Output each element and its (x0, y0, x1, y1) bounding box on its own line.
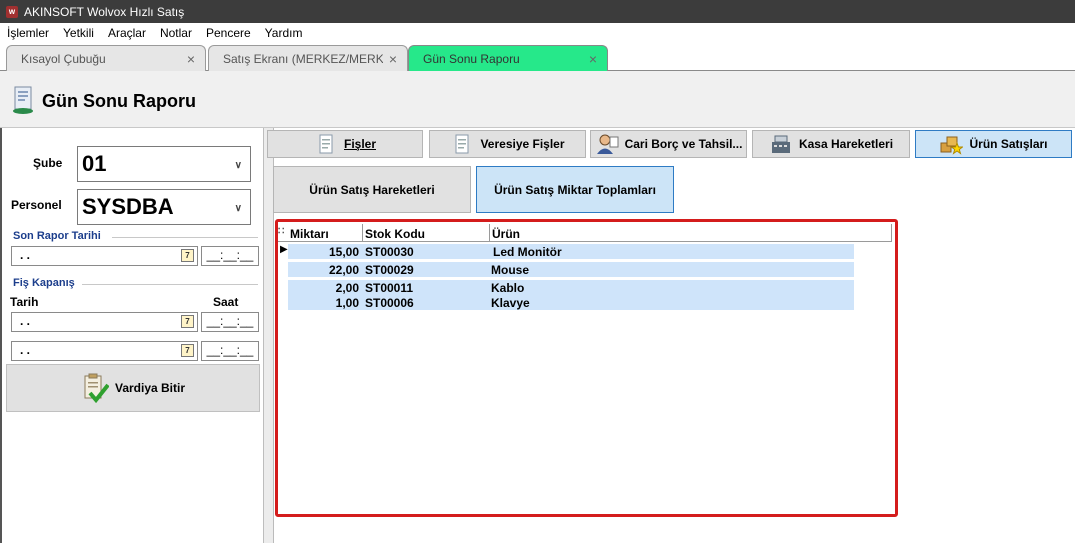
table-row[interactable]: 22,00 ST00029 Mouse (288, 262, 854, 277)
veresiye-fisler-button[interactable]: Veresiye Fişler (429, 130, 586, 158)
menu-pencere[interactable]: Pencere (199, 26, 258, 40)
menu-bar: İşlemler Yetkili Araçlar Notlar Pencere … (0, 23, 1075, 43)
sales-grid: ∷ Miktarı Stok Kodu Ürün ▶ 15,00 ST00030… (275, 219, 898, 517)
fisler-label: Fişler (343, 137, 376, 151)
column-separator[interactable] (891, 224, 892, 242)
column-separator[interactable] (489, 224, 490, 242)
urun-satis-hareketleri-label: Ürün Satış Hareketleri (309, 182, 435, 197)
column-separator[interactable] (362, 224, 363, 242)
cell-stok-kodu: ST00006 (365, 296, 414, 310)
cell-urun: Klavye (491, 296, 530, 310)
chevron-down-icon[interactable]: ∨ (235, 203, 242, 214)
close-icon[interactable]: × (187, 51, 195, 67)
column-header-urun[interactable]: Ürün (492, 227, 520, 241)
tab-bar: Kısayol Çubuğu × Satış Ekranı (MERKEZ/ME… (0, 43, 1075, 71)
fisler-button[interactable]: Fişler (267, 130, 423, 158)
urun-satis-hareketleri-button[interactable]: Ürün Satış Hareketleri (273, 166, 471, 213)
menu-notlar[interactable]: Notlar (153, 26, 199, 40)
table-row[interactable]: 1,00 ST00006 Klavye (288, 295, 854, 310)
date-value: . . (20, 314, 31, 328)
vardiya-label: Vardiya Bitir (114, 381, 186, 395)
cash-register-icon (771, 135, 790, 153)
column-header-stok-kodu[interactable]: Stok Kodu (365, 227, 425, 241)
table-row[interactable]: 2,00 ST00011 Kablo (288, 280, 854, 295)
veresiye-fisler-label: Veresiye Fişler (480, 137, 565, 151)
grid-header: ∷ Miktarı Stok Kodu Ürün (278, 224, 892, 242)
filter-panel: Şube 01 ∨ Personel SYSDBA ∨ Son Rapor Ta… (0, 128, 264, 543)
report-icon (13, 86, 33, 114)
cell-stok-kodu: ST00029 (365, 263, 414, 277)
grid-handle-icon[interactable]: ∷ (278, 226, 284, 237)
personel-select[interactable]: SYSDBA ∨ (77, 189, 251, 225)
divider (82, 284, 258, 285)
tab-satis-ekrani[interactable]: Satış Ekranı (MERKEZ/MERKEZ × (208, 45, 408, 71)
tab-label: Kısayol Çubuğu (21, 51, 106, 66)
tab-gun-sonu-raporu[interactable]: Gün Sonu Raporu × (408, 45, 608, 71)
receipt-icon (455, 134, 469, 154)
cari-borc-tahsilat-button[interactable]: Cari Borç ve Tahsil... (590, 130, 747, 158)
sube-value: 01 (82, 151, 107, 176)
date-value: . . (20, 343, 31, 357)
personel-label: Personel (11, 198, 62, 212)
urun-satis-miktar-toplamlari-button[interactable]: Ürün Satış Miktar Toplamları (476, 166, 674, 213)
urun-satislari-button[interactable]: Ürün Satışları (915, 130, 1072, 158)
fis-start-time-input[interactable]: __:__:__ (201, 312, 259, 332)
column-header-miktar[interactable]: Miktarı (290, 227, 329, 241)
divider (112, 237, 258, 238)
kasa-hareketleri-label: Kasa Hareketleri (798, 137, 894, 151)
cell-miktar: 15,00 (328, 245, 359, 259)
person-icon (596, 134, 619, 154)
page-header: Gün Sonu Raporu (0, 71, 1075, 128)
fis-end-time-input[interactable]: __:__:__ (201, 341, 259, 361)
page-title: Gün Sonu Raporu (42, 91, 196, 111)
son-rapor-time-input[interactable]: __:__:__ (201, 246, 259, 266)
cell-miktar: 2,00 (335, 281, 359, 295)
cell-miktar: 22,00 (328, 263, 359, 277)
chevron-down-icon[interactable]: ∨ (235, 160, 242, 171)
app-icon: w (6, 5, 18, 18)
tarih-label: Tarih (10, 295, 39, 309)
tab-kisayol-cubugu[interactable]: Kısayol Çubuğu × (6, 45, 206, 71)
tab-label: Satış Ekranı (MERKEZ/MERKEZ (223, 51, 383, 66)
cell-urun: Kablo (491, 281, 525, 295)
boxes-star-icon (940, 136, 964, 155)
clipboard-check-icon (84, 373, 109, 403)
cell-urun: Mouse (491, 263, 530, 277)
close-icon[interactable]: × (589, 51, 597, 67)
kasa-hareketleri-button[interactable]: Kasa Hareketleri (752, 130, 910, 158)
menu-araclar[interactable]: Araçlar (101, 26, 153, 40)
son-rapor-group-label: Son Rapor Tarihi (13, 230, 101, 242)
sube-label: Şube (33, 156, 63, 170)
personel-value: SYSDBA (82, 194, 174, 219)
table-row[interactable]: 15,00 ST00030 Led Monitör (288, 244, 854, 259)
current-row-indicator-icon: ▶ (280, 244, 288, 255)
menu-yetkili[interactable]: Yetkili (56, 26, 101, 40)
calendar-icon[interactable]: 7 (181, 315, 194, 328)
sube-select[interactable]: 01 ∨ (77, 146, 251, 182)
cari-borc-label: Cari Borç ve Tahsil... (624, 137, 743, 151)
calendar-icon[interactable]: 7 (181, 344, 194, 357)
close-icon[interactable]: × (389, 51, 397, 67)
window-title: AKINSOFT Wolvox Hızlı Satış (24, 4, 185, 19)
menu-yardim[interactable]: Yardım (258, 26, 310, 40)
fis-kapanis-group-label: Fiş Kapanış (13, 277, 75, 289)
son-rapor-date-input[interactable]: . . 7 (11, 246, 198, 266)
cell-miktar: 1,00 (335, 296, 359, 310)
cell-stok-kodu: ST00030 (365, 245, 414, 259)
tab-label: Gün Sonu Raporu (423, 51, 520, 66)
fis-start-date-input[interactable]: . . 7 (11, 312, 198, 332)
fis-end-date-input[interactable]: . . 7 (11, 341, 198, 361)
menu-islemler[interactable]: İşlemler (0, 26, 56, 40)
calendar-icon[interactable]: 7 (181, 249, 194, 262)
urun-satis-miktar-label: Ürün Satış Miktar Toplamları (494, 182, 656, 197)
vardiya-bitir-button[interactable]: Vardiya Bitir (6, 364, 260, 412)
cell-urun: Led Monitör (493, 245, 562, 259)
cell-stok-kodu: ST00011 (365, 281, 414, 295)
title-bar: w AKINSOFT Wolvox Hızlı Satış (0, 0, 1075, 23)
urun-satislari-label: Ürün Satışları (969, 137, 1048, 151)
receipt-icon (319, 134, 333, 154)
date-value: . . (20, 248, 31, 262)
saat-label: Saat (213, 295, 239, 309)
